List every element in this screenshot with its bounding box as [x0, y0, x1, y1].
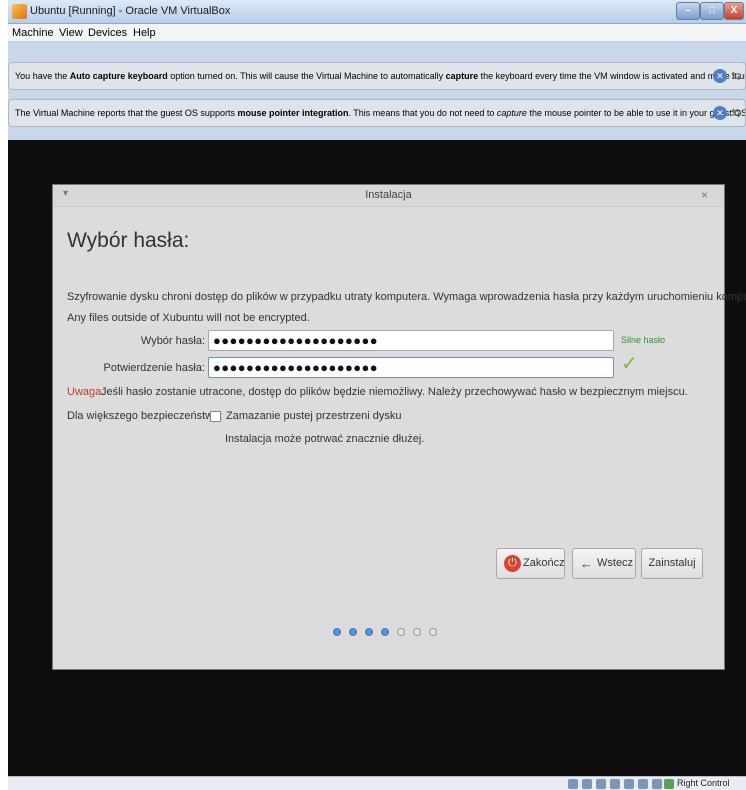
menu-devices[interactable]: Devices [88, 27, 127, 39]
minimize-button[interactable]: – [676, 2, 700, 20]
warning-label: Uwaga: [67, 386, 105, 398]
power-icon: ⏻ [504, 555, 521, 572]
password-strength: Silne hasło [621, 335, 666, 345]
shared-folders-icon[interactable] [610, 779, 620, 789]
virtualbox-app-icon [12, 4, 27, 19]
password-label: Wybór hasła: [140, 335, 205, 347]
back-button[interactable]: ← Wstecz [572, 548, 636, 579]
display-icon[interactable] [638, 779, 648, 789]
progress-dot [349, 628, 357, 636]
wipe-free-space-label[interactable]: Zamazanie pustej przestrzeni dysku [226, 410, 401, 422]
status-bar: Right Control [8, 776, 746, 790]
notice-bold: mouse pointer integration [237, 108, 349, 118]
maximize-button[interactable]: □ [700, 2, 724, 20]
optical-drive-icon[interactable] [582, 779, 592, 789]
checkmark-icon: ✓ [621, 353, 638, 375]
notice-text: You have the [15, 71, 70, 81]
network-icon[interactable] [624, 779, 634, 789]
notice-text: option turned on. This will cause the Vi… [167, 71, 446, 81]
mouse-integration-icon[interactable] [664, 779, 674, 789]
quit-label: Zakończ [523, 557, 565, 569]
wipe-free-space-checkbox[interactable] [210, 411, 221, 422]
notice-actions: ✕ ⇆ [713, 106, 743, 122]
notice-actions: ✕ ⇆ [713, 69, 743, 85]
minimize-icon: – [685, 5, 691, 16]
install-button[interactable]: Zainstaluj [641, 548, 703, 579]
encryption-description: Szyfrowanie dysku chroni dostęp do plikó… [67, 291, 746, 303]
progress-dot [333, 628, 341, 636]
notice-text: . This means that you do not need to [348, 108, 497, 118]
installer-dialog: ▾ Instalacja × Wybór hasła: Szyfrowanie … [52, 184, 746, 670]
dismiss-notice-icon[interactable]: ✕ [713, 69, 727, 83]
security-label: Dla większego bezpieczeństwa: [67, 410, 223, 422]
installer-titlebar: ▾ Instalacja × [53, 185, 724, 207]
quit-button[interactable]: ⏻ Zakończ [496, 548, 565, 579]
progress-dot [381, 628, 389, 636]
unencrypted-note: Any files outside of Xubuntu will not be… [67, 312, 310, 324]
confirm-password-field[interactable]: ●●●●●●●●●●●●●●●●●●●● [208, 357, 614, 378]
warning-text: Jeśli hasło zostanie utracone, dostęp do… [101, 386, 688, 398]
menu-help[interactable]: Help [133, 27, 156, 39]
progress-dot [365, 628, 373, 636]
keyboard-capture-notice: You have the Auto capture keyboard optio… [8, 62, 746, 90]
progress-dot [397, 628, 405, 636]
progress-dot [413, 628, 421, 636]
installer-close-icon[interactable]: × [701, 188, 708, 202]
maximize-icon: □ [708, 5, 716, 16]
title-bar[interactable]: Ubuntu [Running] - Oracle VM VirtualBox … [8, 0, 746, 24]
keyboard-capture-icon: ⇆ [730, 69, 742, 83]
notice-bold: Auto capture keyboard [69, 71, 168, 81]
virtualbox-window: Ubuntu [Running] - Oracle VM VirtualBox … [8, 0, 746, 790]
password-field[interactable]: ●●●●●●●●●●●●●●●●●●●● [208, 330, 614, 351]
notice-text: the keyboard every time the VM window is… [480, 71, 745, 81]
arrow-left-icon: ← [580, 556, 593, 571]
notice-italic: capture [496, 108, 527, 118]
host-key-label: Right Control [677, 778, 730, 788]
notice-text: The Virtual Machine reports that the gue… [15, 108, 238, 118]
installer-title: Instalacja [365, 189, 412, 201]
usb-icon[interactable] [596, 779, 606, 789]
vm-screen[interactable]: ▾ Instalacja × Wybór hasła: Szyfrowanie … [8, 140, 746, 776]
close-button[interactable]: X [724, 2, 744, 20]
dismiss-notice-icon[interactable]: ✕ [713, 106, 727, 120]
mouse-integration-notice: The Virtual Machine reports that the gue… [8, 99, 746, 127]
menu-machine[interactable]: Machine [12, 27, 54, 39]
back-label: Wstecz [597, 557, 634, 569]
capture-icon[interactable] [652, 779, 662, 789]
menu-bar: Machine View Devices Help [8, 24, 746, 42]
menu-view[interactable]: View [59, 27, 83, 39]
notice-bold: capture [445, 71, 479, 81]
wipe-duration-note: Instalacja może potrwać znacznie dłużej. [225, 433, 425, 445]
mouse-integration-icon: ⇆ [730, 106, 742, 120]
hard-disk-icon[interactable] [568, 779, 578, 789]
close-icon: X [730, 5, 738, 16]
progress-dot [429, 628, 437, 636]
confirm-password-label: Potwierdzenie hasła: [103, 362, 205, 374]
page-heading: Wybór hasła: [67, 229, 190, 252]
window-title: Ubuntu [Running] - Oracle VM VirtualBox [30, 5, 231, 17]
